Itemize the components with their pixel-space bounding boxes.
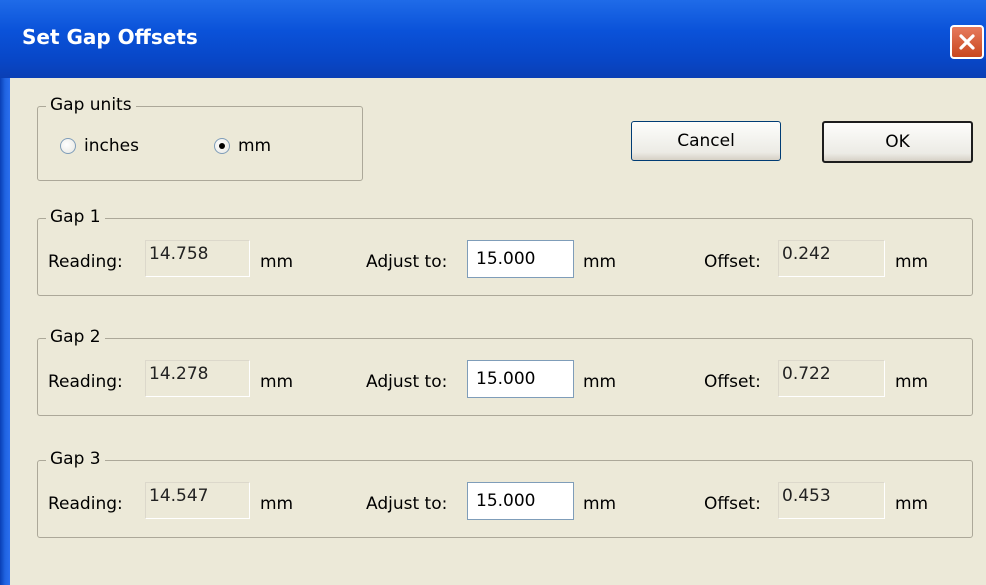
gap-1-adjust-label: Adjust to: (366, 252, 448, 272)
gap-1-offset-label: Offset: (704, 252, 761, 272)
gap-3-adjust-input[interactable] (467, 482, 574, 520)
gap-3-reading-value: 14.547 (145, 482, 250, 519)
gap-1-adjust-input[interactable] (467, 240, 574, 278)
gap-2-offset-value: 0.722 (778, 360, 885, 397)
gap-3-offset-label: Offset: (704, 494, 761, 514)
gap-2-offset-label: Offset: (704, 372, 761, 392)
gap-units-legend: Gap units (46, 95, 136, 115)
gap-3-offset-unit: mm (895, 494, 929, 514)
gap-2-adjust-label: Adjust to: (366, 372, 448, 392)
radio-inches[interactable]: inches (60, 136, 139, 156)
gap-2-legend: Gap 2 (46, 327, 105, 347)
gap-1-reading-value: 14.758 (145, 240, 250, 277)
gap-3-offset-value: 0.453 (778, 482, 885, 519)
gap-2-reading-unit: mm (260, 372, 294, 392)
gap-2-reading-value: 14.278 (145, 360, 250, 397)
gap-1-offset-value: 0.242 (778, 240, 885, 277)
gap-2-adjust-input[interactable] (467, 360, 574, 398)
gap-1-adjust-unit: mm (583, 252, 617, 272)
ok-button[interactable]: OK (822, 121, 973, 163)
gap-2-offset-unit: mm (895, 372, 929, 392)
radio-mm[interactable]: mm (214, 136, 271, 156)
gap-1-offset-unit: mm (895, 252, 929, 272)
gap-2-reading-label: Reading: (48, 372, 123, 392)
close-button[interactable] (950, 25, 984, 59)
gap-1-legend: Gap 1 (46, 207, 105, 227)
gap-1-reading-unit: mm (260, 252, 294, 272)
radio-inches-label: inches (84, 136, 139, 156)
gap-3-legend: Gap 3 (46, 449, 105, 469)
close-icon (959, 34, 975, 50)
window-frame-left (0, 78, 10, 585)
title-bar[interactable]: Set Gap Offsets (0, 0, 986, 78)
gap-units-group: Gap units inches mm (37, 95, 363, 181)
window-title: Set Gap Offsets (22, 25, 198, 49)
radio-mm-circle[interactable] (214, 138, 230, 154)
gap-2-adjust-unit: mm (583, 372, 617, 392)
radio-inches-circle[interactable] (60, 138, 76, 154)
gap-1-reading-label: Reading: (48, 252, 123, 272)
gap-3-adjust-label: Adjust to: (366, 494, 448, 514)
ok-button-label: OK (885, 132, 910, 152)
cancel-button-label: Cancel (677, 131, 735, 151)
gap-3-reading-unit: mm (260, 494, 294, 514)
cancel-button[interactable]: Cancel (631, 121, 781, 161)
gap-3-reading-label: Reading: (48, 494, 123, 514)
radio-selected-dot (219, 143, 225, 149)
radio-mm-label: mm (238, 136, 272, 156)
gap-3-adjust-unit: mm (583, 494, 617, 514)
